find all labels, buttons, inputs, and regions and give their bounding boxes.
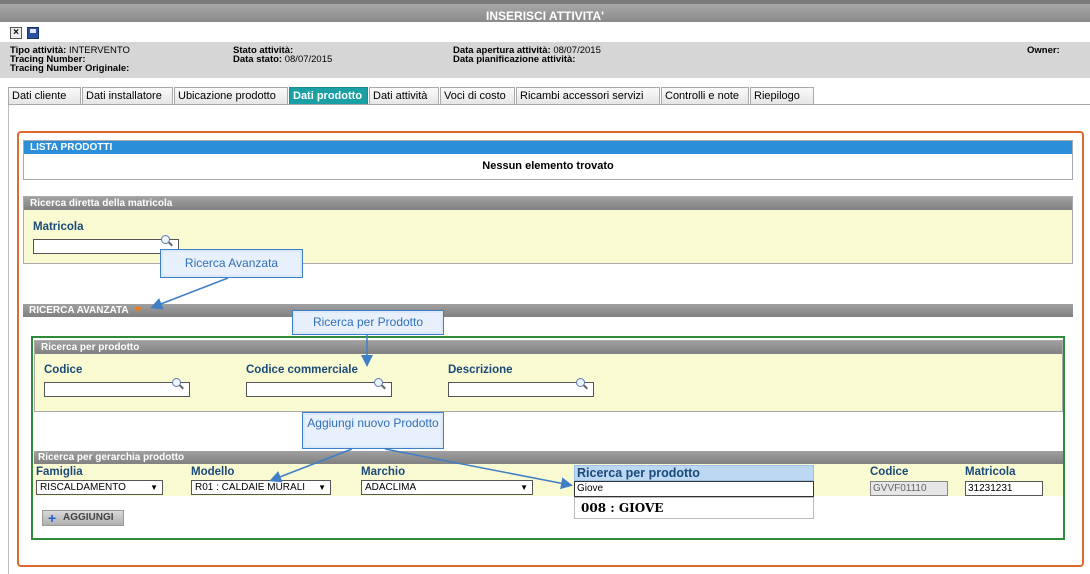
data-stato: Data stato: 08/07/2015 (233, 54, 333, 65)
plus-icon: + (48, 510, 57, 526)
toolbar: × (0, 22, 1090, 42)
empty-message: Nessun elemento trovato (482, 160, 614, 172)
ricerca-avanzata-title: RICERCA AVANZATA (29, 305, 129, 316)
aggiungi-label: AGGIUNGI (63, 512, 114, 523)
tab-dati-attivita[interactable]: Dati attività (369, 87, 439, 105)
tab-riepilogo[interactable]: Riepilogo (750, 87, 814, 105)
ricerca-avanzata-header[interactable]: RICERCA AVANZATA (23, 304, 1073, 317)
tab-dati-cliente[interactable]: Dati cliente (8, 87, 81, 105)
codice-label: Codice (44, 364, 83, 376)
ricerca-per-prodotto-body: Codice Codice commerciale Descrizione (35, 354, 1062, 411)
lista-prodotti-title: LISTA PRODOTTI (24, 141, 1072, 154)
ricerca-prodotto-header: Ricerca per prodotto (574, 465, 814, 481)
ricerca-gerarchia-panel: Ricerca per gerarchia prodotto Famiglia … (34, 451, 1063, 537)
dropdown-arrow-icon: ▼ (150, 483, 158, 492)
search-icon[interactable] (172, 378, 183, 389)
tab-controlli-note[interactable]: Controlli e note (661, 87, 749, 105)
window-title: INSERISCI ATTIVITA' (0, 0, 1090, 23)
modello-value: R01 : CALDAIE MURALI (195, 482, 306, 493)
callout-ricerca-per-prodotto: Ricerca per Prodotto (292, 310, 444, 335)
descrizione-label: Descrizione (448, 364, 513, 376)
famiglia-select[interactable]: RISCALDAMENTO ▼ (36, 480, 163, 495)
callout-ricerca-avanzata: Ricerca Avanzata (160, 249, 303, 278)
close-icon[interactable]: × (10, 27, 22, 39)
marchio-select[interactable]: ADACLIMA ▼ (361, 480, 533, 495)
codice-commerciale-input[interactable] (246, 382, 392, 397)
ricerca-prodotto-input[interactable]: Giove (574, 481, 814, 497)
search-icon[interactable] (576, 378, 587, 389)
aggiungi-button[interactable]: + AGGIUNGI (42, 510, 124, 526)
modello-label: Modello (191, 466, 235, 478)
dropdown-arrow-icon: ▼ (520, 483, 528, 492)
activity-info: Tipo attività: INTERVENTO Tracing Number… (0, 42, 1090, 78)
ricerca-gerarchia-title: Ricerca per gerarchia prodotto (34, 451, 1063, 464)
tab-dati-installatore[interactable]: Dati installatore (82, 87, 173, 105)
callout-aggiungi-nuovo-prodotto: Aggiungi nuovo Prodotto (302, 412, 444, 449)
matricola-input[interactable] (33, 239, 179, 254)
ricerca-diretta-title: Ricerca diretta della matricola (24, 197, 1072, 210)
ricerca-prodotto-label: Ricerca per prodotto (577, 466, 700, 480)
dropdown-arrow-icon: ▼ (318, 483, 326, 492)
autocomplete-suggestion[interactable]: 008 : GIOVE (574, 497, 814, 519)
modello-select[interactable]: R01 : CALDAIE MURALI ▼ (191, 480, 331, 495)
matricola-label: Matricola (33, 221, 84, 233)
tab-voci-di-costo[interactable]: Voci di costo (440, 87, 515, 105)
search-icon[interactable] (374, 378, 385, 389)
codice-label: Codice (870, 466, 909, 478)
ricerca-per-prodotto-title: Ricerca per prodotto (35, 341, 1062, 354)
descrizione-input[interactable] (448, 382, 594, 397)
matricola-label: Matricola (965, 466, 1016, 478)
marchio-value: ADACLIMA (365, 482, 417, 493)
famiglia-label: Famiglia (36, 466, 83, 478)
owner: Owner: (1027, 45, 1060, 56)
save-icon[interactable] (27, 27, 39, 39)
codice-commerciale-label: Codice commerciale (246, 364, 358, 376)
tab-ubicazione-prodotto[interactable]: Ubicazione prodotto (174, 87, 288, 105)
codice-input[interactable] (44, 382, 190, 397)
caret-down-icon (134, 307, 143, 312)
data-pianificazione: Data pianificazione attività: (453, 54, 576, 65)
tab-dati-prodotto[interactable]: Dati prodotto (289, 87, 368, 105)
codice-readonly-field: GVVF01110 (870, 481, 948, 496)
tracing-number-originale: Tracing Number Originale: (10, 63, 130, 74)
tab-ricambi[interactable]: Ricambi accessori servizi (516, 87, 660, 105)
famiglia-value: RISCALDAMENTO (40, 482, 126, 493)
lista-prodotti-panel: LISTA PRODOTTI Nessun elemento trovato (23, 140, 1073, 180)
search-icon[interactable] (161, 235, 172, 246)
marchio-label: Marchio (361, 466, 406, 478)
ricerca-per-prodotto-panel: Ricerca per prodotto Codice Codice comme… (34, 340, 1063, 412)
matricola-input[interactable]: 31231231 (965, 481, 1043, 496)
